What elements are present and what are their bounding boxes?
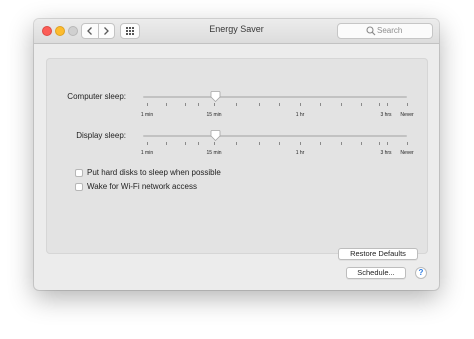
hard-disks-label: Put hard disks to sleep when possible: [87, 168, 221, 177]
tick-mark: [379, 103, 380, 106]
tick-mark: [279, 103, 280, 106]
display-sleep-thumb[interactable]: [210, 130, 221, 141]
close-window-button[interactable]: [42, 26, 52, 36]
tick-label-15-min: 15 min: [206, 112, 222, 118]
chevron-left-icon: [87, 27, 92, 35]
tick-mark: [320, 103, 321, 106]
tick-mark: [166, 142, 167, 145]
tick-mark: [198, 142, 199, 145]
computer-sleep-label: Computer sleep:: [67, 92, 126, 101]
display-sleep-track[interactable]: [143, 135, 407, 137]
show-all-grid-icon: [126, 27, 134, 35]
schedule-button[interactable]: Schedule...: [346, 267, 406, 279]
title-bar: Energy Saver Search: [34, 19, 439, 44]
tick-mark: [279, 142, 280, 145]
tick-mark: [407, 103, 408, 106]
restore-defaults-button[interactable]: Restore Defaults: [338, 248, 418, 260]
computer-sleep-thumb[interactable]: [210, 91, 221, 102]
chevron-right-icon: [104, 27, 109, 35]
tick-mark: [320, 142, 321, 145]
tick-mark: [198, 103, 199, 106]
tick-mark: [407, 142, 408, 145]
back-button[interactable]: [82, 24, 99, 38]
tick-mark: [387, 142, 388, 145]
window-title: Energy Saver: [209, 24, 264, 34]
tick-mark: [147, 142, 148, 145]
tick-mark: [259, 142, 260, 145]
tick-label-15-min: 15 min: [206, 150, 222, 156]
tick-label-3-hrs: 3 hrs: [380, 150, 392, 156]
display-sleep-label: Display sleep:: [76, 131, 126, 140]
tick-mark: [214, 142, 215, 145]
tick-label-1-min: 1 min: [140, 112, 154, 118]
hard-disks-checkbox[interactable]: [75, 169, 83, 177]
tick-label-1-min: 1 min: [140, 150, 154, 156]
tick-label-1-hr: 1 hr: [295, 150, 305, 156]
tick-mark: [300, 103, 301, 106]
tick-mark: [300, 142, 301, 145]
zoom-window-button[interactable]: [68, 26, 78, 36]
wake-wifi-label: Wake for Wi-Fi network access: [87, 182, 197, 191]
tick-mark: [387, 103, 388, 106]
wake-wifi-checkbox[interactable]: [75, 183, 83, 191]
tick-label-never: Never: [400, 112, 414, 118]
tick-label-3-hrs: 3 hrs: [380, 112, 392, 118]
tick-mark: [259, 103, 260, 106]
tick-mark: [361, 103, 362, 106]
show-all-button[interactable]: [120, 23, 140, 39]
tick-mark: [379, 142, 380, 145]
navigation-buttons: [81, 23, 115, 39]
tick-mark: [147, 103, 148, 106]
computer-sleep-track[interactable]: [143, 96, 407, 98]
search-icon: [366, 26, 376, 36]
search-field[interactable]: Search: [337, 23, 433, 39]
tick-mark: [341, 103, 342, 106]
forward-button[interactable]: [98, 24, 114, 38]
tick-label-never: Never: [400, 150, 414, 156]
tick-mark: [341, 142, 342, 145]
tick-mark: [214, 103, 215, 106]
tick-mark: [166, 103, 167, 106]
tick-label-1-hr: 1 hr: [295, 112, 305, 118]
tick-mark: [185, 142, 186, 145]
settings-panel: Computer sleep: 1 min 15 min 1 hr 3 hrs …: [46, 58, 428, 260]
tick-mark: [236, 142, 237, 145]
tick-mark: [236, 103, 237, 106]
tick-mark: [361, 142, 362, 145]
energy-saver-window: Energy Saver Search Computer sleep: 1 mi…: [34, 19, 439, 290]
minimize-window-button[interactable]: [55, 26, 65, 36]
help-button[interactable]: ?: [415, 267, 427, 279]
search-placeholder: Search: [377, 26, 403, 35]
tick-mark: [185, 103, 186, 106]
